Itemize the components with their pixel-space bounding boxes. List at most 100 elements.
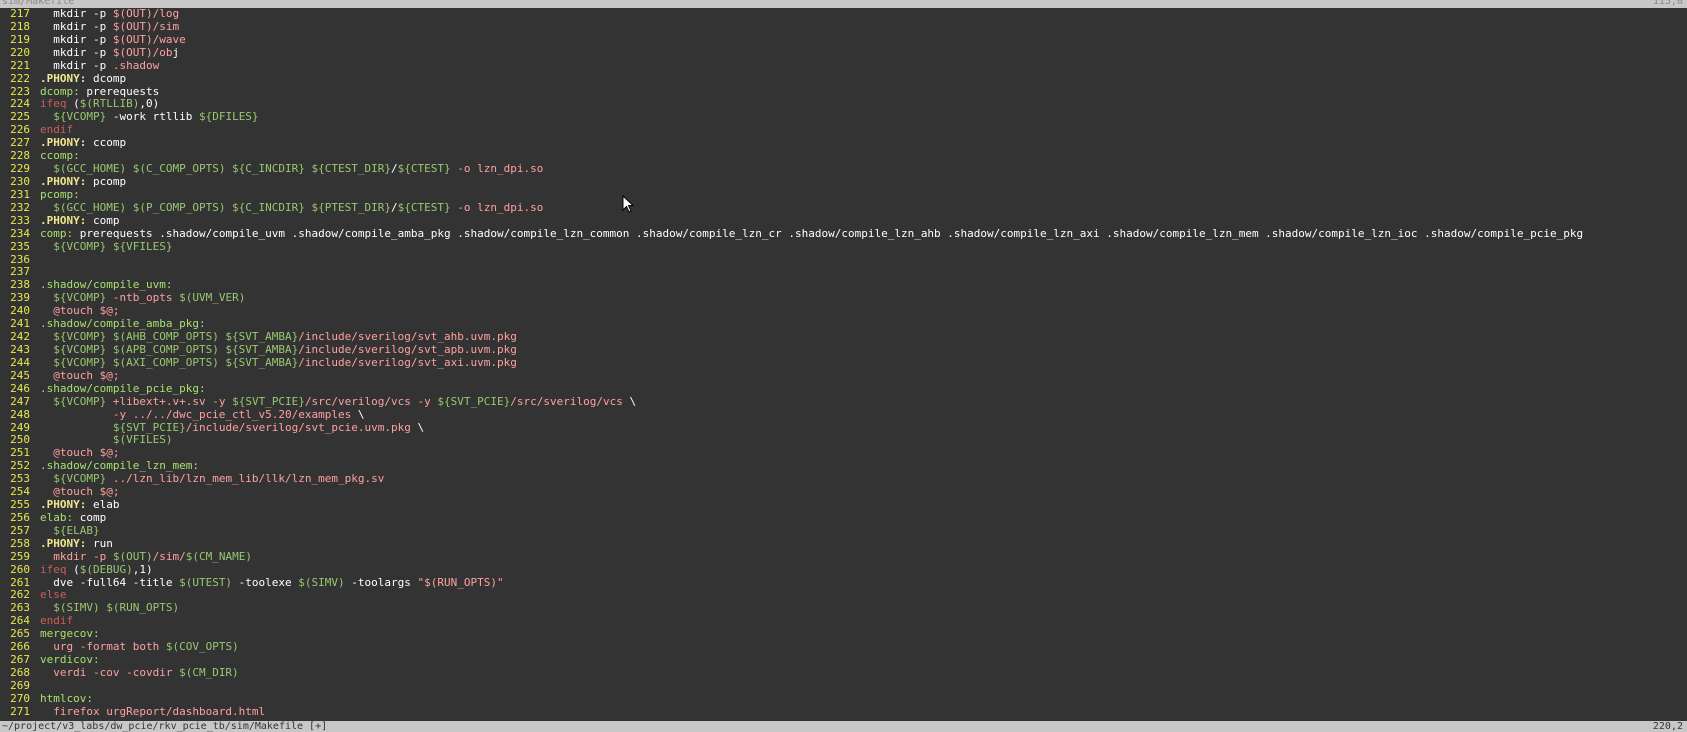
code-token: $(VFILES) bbox=[112, 434, 173, 447]
code-line[interactable]: 221 mkdir -p .shadow bbox=[0, 59, 1687, 73]
code-line[interactable]: 245 @touch $@; bbox=[0, 368, 1687, 383]
line-number: 220 bbox=[10, 45, 30, 59]
code-line[interactable]: 219 mkdir -p $(OUT)/wave bbox=[0, 33, 1687, 47]
window-title-bar: sim/Makefile 115,0 bbox=[0, 0, 1687, 8]
code-line[interactable]: 266 urg -format both $(COV_OPTS) bbox=[0, 640, 1687, 654]
line-text: ${SVT_PCIE}/include/sverilog/svt_pcie.uv… bbox=[40, 422, 1687, 435]
code-token: ${VCOMP} bbox=[53, 395, 107, 408]
code-token: ${VCOMP} $(AXI_COMP_OPTS) ${SVT_AMBA} bbox=[53, 356, 299, 369]
code-token: ( bbox=[66, 563, 80, 576]
code-line[interactable]: 232 $(GCC_HOME) $(P_COMP_OPTS) ${C_INCDI… bbox=[0, 200, 1687, 215]
code-line[interactable]: 243 ${VCOMP} $(APB_COMP_OPTS) ${SVT_AMBA… bbox=[0, 343, 1687, 357]
line-text: ${VCOMP} ${VFILES} bbox=[40, 241, 1687, 254]
code-line[interactable]: 255 .PHONY: elab bbox=[0, 498, 1687, 512]
code-editor[interactable]: 217 mkdir -p $(OUT)/log 218 mkdir -p $(OU… bbox=[0, 8, 1687, 721]
code-line[interactable]: 236 bbox=[0, 253, 1687, 267]
line-number: 232 bbox=[10, 200, 30, 214]
code-token: $(UVM_VER) bbox=[179, 292, 246, 305]
code-token: ${SVT_PCIE} bbox=[112, 421, 186, 434]
code-line[interactable]: 235 ${VCOMP} ${VFILES} bbox=[0, 239, 1687, 254]
code-line[interactable]: 233 .PHONY: comp bbox=[0, 214, 1687, 228]
line-text: firefox urgReport/dashboard.html bbox=[40, 706, 1687, 719]
line-number: 259 bbox=[10, 549, 30, 563]
code-token: /sim/ bbox=[152, 550, 186, 563]
code-line[interactable]: 270 htmlcov: bbox=[0, 692, 1687, 706]
code-line[interactable]: 218 mkdir -p $(OUT)/sim bbox=[0, 19, 1687, 34]
code-line[interactable]: 246 .shadow/compile_pcie_pkg: bbox=[0, 382, 1687, 396]
code-line[interactable]: 223 dcomp: prerequests bbox=[0, 85, 1687, 99]
code-token: comp: bbox=[40, 227, 74, 240]
line-number: 234 bbox=[10, 226, 30, 240]
line-number: 245 bbox=[10, 368, 30, 382]
line-text: ${VCOMP} $(AXI_COMP_OPTS) ${SVT_AMBA}/in… bbox=[40, 357, 1687, 370]
code-line[interactable]: 217 mkdir -p $(OUT)/log bbox=[0, 8, 1687, 21]
code-line[interactable]: 247 ${VCOMP} +libext+.v+.sv -y ${SVT_PCI… bbox=[0, 395, 1687, 409]
code-token: /include/sverilog/svt_apb.uvm.pkg bbox=[298, 343, 517, 356]
line-text: urg -format both $(COV_OPTS) bbox=[40, 641, 1687, 654]
code-line[interactable]: 268 verdi -cov -covdir $(CM_DIR) bbox=[0, 666, 1687, 680]
code-line[interactable]: 259 mkdir -p $(OUT)/sim/$(CM_NAME) bbox=[0, 549, 1687, 564]
code-line[interactable]: 241 .shadow/compile_amba_pkg: bbox=[0, 317, 1687, 331]
code-line[interactable]: 249 ${SVT_PCIE}/include/sverilog/svt_pci… bbox=[0, 421, 1687, 435]
code-line[interactable]: 228 ccomp: bbox=[0, 149, 1687, 163]
code-line[interactable]: 251 @touch $@; bbox=[0, 446, 1687, 460]
code-line[interactable]: 265 mergecov: bbox=[0, 627, 1687, 641]
code-line[interactable]: 231 pcomp: bbox=[0, 188, 1687, 202]
code-line[interactable]: 269 bbox=[0, 679, 1687, 693]
code-line[interactable]: 237 bbox=[0, 266, 1687, 279]
code-line[interactable]: 254 @touch $@; bbox=[0, 485, 1687, 499]
code-line[interactable]: 244 ${VCOMP} $(AXI_COMP_OPTS) ${SVT_AMBA… bbox=[0, 356, 1687, 370]
code-token: $(COV_OPTS) bbox=[165, 641, 239, 654]
code-line[interactable]: 248 -y ../../dwc_pcie_ctl_v5.20/examples… bbox=[0, 408, 1687, 422]
code-line[interactable]: 263 $(SIMV) $(RUN_OPTS) bbox=[0, 601, 1687, 615]
code-token: $(RTLLIB) bbox=[79, 98, 140, 111]
code-token: mkdir -p bbox=[40, 59, 113, 72]
code-line[interactable]: 226 endif bbox=[0, 123, 1687, 137]
code-token: ${VCOMP} bbox=[53, 111, 107, 124]
code-line[interactable]: 222 .PHONY: dcomp bbox=[0, 72, 1687, 86]
code-line[interactable]: 261 dve -full64 -title $(UTEST) -toolexe… bbox=[0, 576, 1687, 590]
code-line[interactable]: 253 ${VCOMP} ../lzn_lib/lzn_mem_lib/llk/… bbox=[0, 472, 1687, 486]
code-line[interactable]: 260 ifeq ($(DEBUG),1) bbox=[0, 562, 1687, 577]
line-number: 218 bbox=[10, 19, 30, 33]
code-line[interactable]: 264 endif bbox=[0, 614, 1687, 628]
code-token: ${CTEST} bbox=[397, 163, 451, 176]
line-text: @touch $@; bbox=[40, 486, 1687, 499]
code-line[interactable]: 230 .PHONY: pcomp bbox=[0, 174, 1687, 189]
code-line[interactable]: 258 .PHONY: run bbox=[0, 537, 1687, 551]
line-text: .shadow/compile_amba_pkg: bbox=[40, 318, 1687, 331]
line-number: 235 bbox=[10, 239, 30, 253]
code-token: -o lzn_dpi.so bbox=[457, 201, 544, 214]
code-line[interactable]: 225 ${VCOMP} -work rtllib ${DFILES} bbox=[0, 110, 1687, 124]
code-line[interactable]: 242 ${VCOMP} $(AHB_COMP_OPTS) ${SVT_AMBA… bbox=[0, 330, 1687, 344]
code-line[interactable]: 229 $(GCC_HOME) $(C_COMP_OPTS) ${C_INCDI… bbox=[0, 162, 1687, 176]
code-line[interactable]: 256 elab: comp bbox=[0, 511, 1687, 525]
code-line[interactable]: 239 ${VCOMP} -ntb_opts $(UVM_VER) bbox=[0, 291, 1687, 305]
code-line[interactable]: 271 firefox urgReport/dashboard.html bbox=[0, 705, 1687, 719]
text-cursor: j bbox=[172, 46, 180, 59]
code-line[interactable]: 238 .shadow/compile_uvm: bbox=[0, 278, 1687, 292]
code-line[interactable]: 262 else bbox=[0, 589, 1687, 602]
code-line[interactable]: 252 .shadow/compile_lzn_mem: bbox=[0, 459, 1687, 473]
code-line[interactable]: 250 $(VFILES) bbox=[0, 433, 1687, 447]
line-number: 260 bbox=[10, 562, 30, 576]
code-line[interactable]: 224 ifeq ($(RTLLIB),0) bbox=[0, 98, 1687, 111]
line-text: ifeq ($(RTLLIB),0) bbox=[40, 98, 1687, 111]
line-text: .shadow/compile_pcie_pkg: bbox=[40, 383, 1687, 396]
code-line[interactable]: 240 @touch $@; bbox=[0, 304, 1687, 318]
line-number: 230 bbox=[10, 174, 30, 188]
code-line[interactable]: 220 mkdir -p $(OUT)/obj bbox=[0, 45, 1687, 60]
code-line[interactable]: 267 verdicov: bbox=[0, 653, 1687, 667]
code-token: verdi -cov -covdir bbox=[40, 667, 180, 680]
line-text: endif bbox=[40, 615, 1687, 628]
line-text: @touch $@; bbox=[40, 447, 1687, 460]
code-line[interactable]: 257 ${ELAB} bbox=[0, 524, 1687, 538]
line-text: .PHONY: pcomp bbox=[40, 176, 1687, 189]
code-line[interactable]: 227 .PHONY: ccomp bbox=[0, 136, 1687, 150]
code-line[interactable]: 234 comp: prerequests .shadow/compile_uvm… bbox=[0, 226, 1687, 241]
line-text: ${VCOMP} $(APB_COMP_OPTS) ${SVT_AMBA}/in… bbox=[40, 344, 1687, 357]
